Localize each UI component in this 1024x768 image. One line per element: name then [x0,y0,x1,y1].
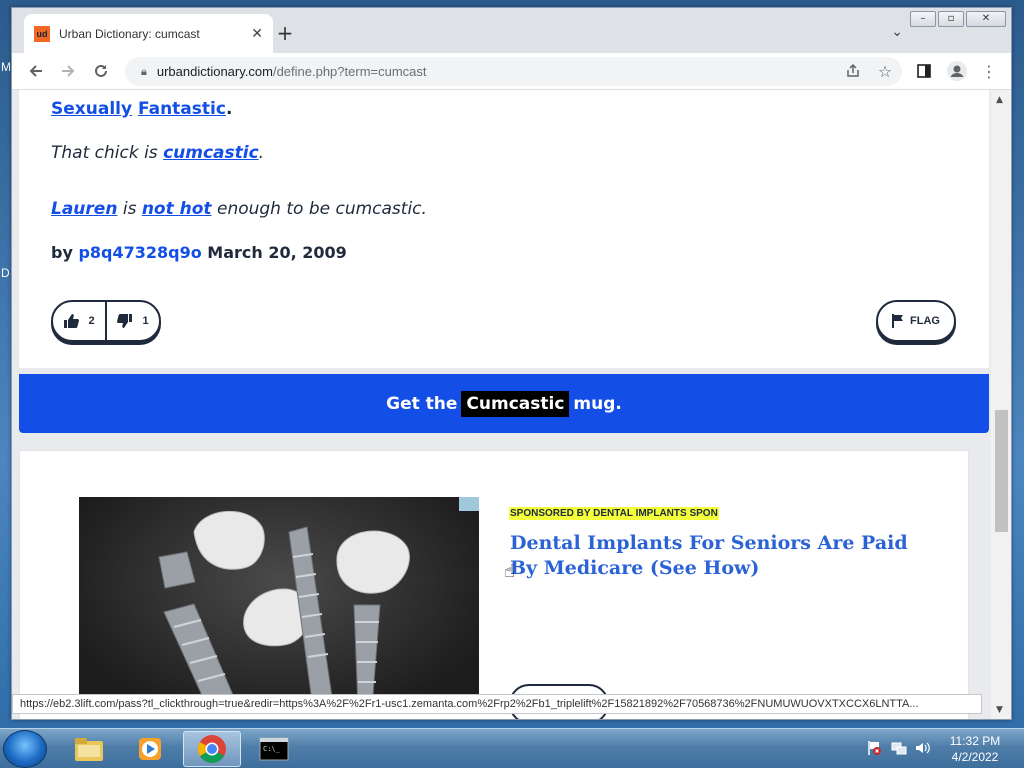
forward-arrow-icon[interactable] [57,60,79,82]
svg-text:C:\_: C:\_ [263,745,281,753]
punctuation: . [225,99,233,119]
ad-headline[interactable]: Dental Implants For Seniors Are Paid By … [510,531,910,581]
reload-icon[interactable] [90,60,112,82]
link-fantastic[interactable]: Fantastic [138,99,226,119]
example-line-2: Lauren is not hot enough to be cumcastic… [51,199,427,219]
author-link[interactable]: p8q47328q9o [78,243,201,262]
meaning-line: Sexually Fantastic. [51,99,232,119]
example-line-1: That chick is cumcastic. [51,143,264,163]
clock-time: 11:32 PM [949,734,1001,748]
example-text: is [117,199,142,219]
link-sexually[interactable]: Sexually [51,99,132,119]
share-icon[interactable] [842,60,864,82]
close-tab-icon[interactable]: ✕ [251,26,263,42]
browser-toolbar: 🔒︎ urbandictionary.com/define.php?term=c… [12,53,1011,90]
page-scrollbar[interactable]: ▲ ▼ [991,90,1011,719]
windows-taskbar: C:\_ 11:32 PM 4/2/2022 [0,728,1024,768]
tab-active[interactable]: ud Urban Dictionary: cumcast ✕ [24,14,273,53]
system-clock[interactable]: 11:32 PM 4/2/2022 [940,733,1010,765]
link-lauren[interactable]: Lauren [51,199,117,219]
link-not-hot[interactable]: not hot [142,199,212,219]
adchoices-icon[interactable] [459,497,479,511]
minimize-button[interactable]: – [910,11,936,27]
taskbar-command-prompt[interactable]: C:\_ [245,731,303,767]
back-arrow-icon[interactable] [25,60,47,82]
taskbar-explorer[interactable] [60,731,118,767]
folder-icon [75,738,103,761]
address-bar[interactable]: 🔒︎ urbandictionary.com/define.php?term=c… [125,57,902,86]
author-line: by p8q47328q9o March 20, 2009 [51,243,347,262]
close-window-button[interactable]: ✕ [966,11,1006,27]
mug-prefix: Get the [386,393,458,414]
start-button[interactable] [3,730,47,768]
upvote-count: 2 [88,315,95,327]
chrome-icon [198,735,226,763]
scrollbar-thumb[interactable] [995,410,1008,532]
taskbar-chrome[interactable] [183,731,241,767]
side-panel-icon[interactable] [913,60,935,82]
bookmark-star-icon[interactable]: ☆ [874,60,896,82]
sponsored-ad[interactable]: SPONSORED BY DENTAL IMPLANTS SPON Dental… [19,450,969,719]
flag-icon [892,314,904,328]
hand-cursor-icon: ☝ [504,561,515,582]
post-date: March 20, 2009 [201,243,347,262]
mug-banner[interactable]: Get the Cumcastic mug. [19,374,989,433]
sponsor-label: SPONSORED BY DENTAL IMPLANTS SPON [509,507,719,520]
mug-word: Cumcastic [461,390,570,417]
ad-image-dental-implants[interactable] [79,497,479,707]
media-player-icon [139,738,161,760]
tab-title: Urban Dictionary: cumcast [59,26,200,41]
web-page: Sexually Fantastic. That chick is cumcas… [12,90,1000,719]
definition-card: Sexually Fantastic. That chick is cumcas… [19,90,989,368]
upvote-button[interactable]: 2 [53,302,105,340]
vote-buttons: 2 1 [51,300,161,342]
scroll-down-arrow-icon[interactable]: ▼ [996,705,1003,715]
link-status-bar: https://eb2.3lift.com/pass?tl_clickthrou… [12,694,982,714]
terminal-icon: C:\_ [259,737,289,761]
maximize-button[interactable]: ▫ [938,11,964,27]
new-tab-button[interactable]: + [273,22,297,46]
urban-dictionary-favicon: ud [34,25,50,42]
punctuation: . [258,143,265,163]
browser-window: – ▫ ✕ ud Urban Dictionary: cumcast ✕ + ⌄… [11,7,1012,720]
menu-kebab-icon[interactable]: ⋮ [978,60,1000,82]
url-host: urbandictionary.com [156,64,273,79]
tab-search-chevron-icon[interactable]: ⌄ [891,24,903,40]
volume-icon[interactable] [914,740,930,756]
window-controls: – ▫ ✕ [910,11,1006,27]
downvote-button[interactable]: 1 [105,302,159,340]
downvote-count: 1 [142,315,149,327]
example-text: enough to be cumcastic. [211,199,427,219]
network-icon[interactable] [891,740,907,756]
lock-icon: 🔒︎ [141,64,147,78]
flag-button[interactable]: FLAG [876,300,956,342]
url-path: /define.php?term=cumcast [272,64,427,79]
flag-label: FLAG [910,315,940,327]
by-label: by [51,243,79,262]
thumbs-down-icon [117,314,133,328]
taskbar-media-player[interactable] [121,731,179,767]
action-center-flag-icon[interactable] [866,740,882,756]
profile-avatar-icon[interactable] [946,60,968,82]
link-cumcastic[interactable]: cumcastic [163,143,259,163]
clock-date: 4/2/2022 [951,750,999,764]
scroll-up-arrow-icon[interactable]: ▲ [996,95,1003,105]
mug-suffix: mug. [573,393,622,414]
example-text: That chick is [51,143,164,163]
thumbs-up-icon [64,314,80,328]
